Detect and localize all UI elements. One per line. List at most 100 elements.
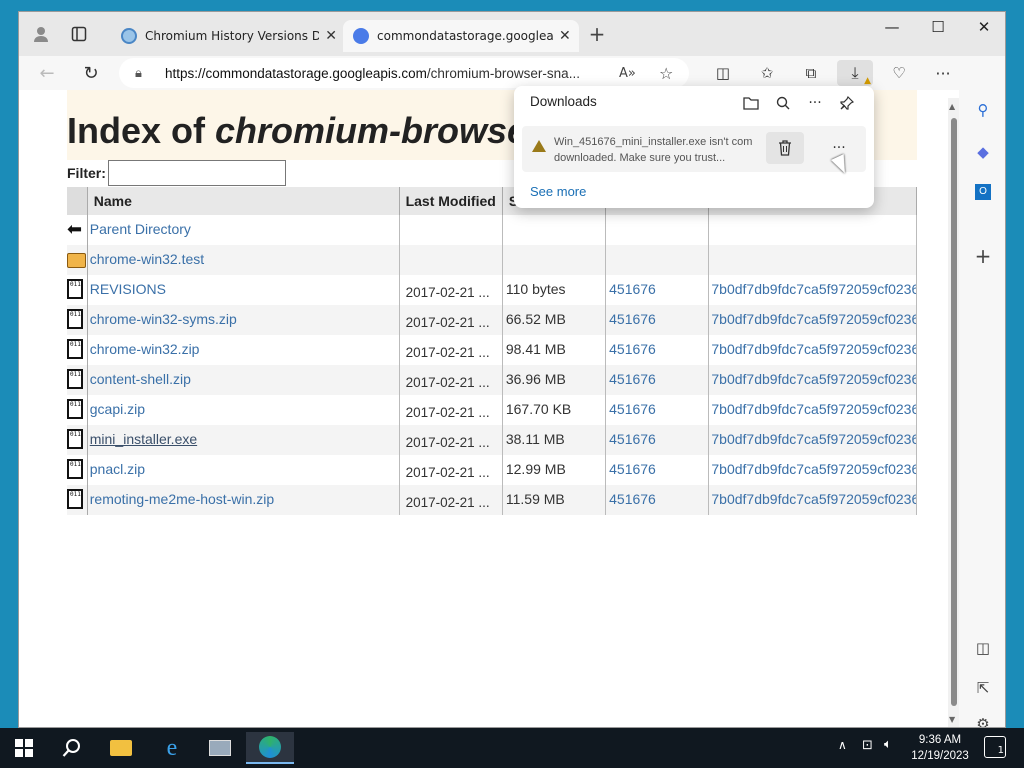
file-name-link[interactable]: pnacl.zip [90,461,145,477]
warning-badge-icon: ▲ [864,76,871,86]
maximize-icon[interactable]: ☐ [915,12,961,42]
favorite-star-icon[interactable]: ☆ [659,64,673,83]
download-item[interactable]: Win_451676_mini_installer.exe isn't com … [522,126,866,172]
copilot-shopping-icon[interactable]: ◆ [971,140,995,164]
hash-link[interactable]: 7b0df7db9fdc7ca5f972059cf0236 [711,341,915,357]
browser-essentials-icon[interactable]: ♡ [885,60,913,86]
outlook-icon[interactable]: O [971,180,995,204]
hash-link[interactable]: 7b0df7db9fdc7ca5f972059cf0236 [711,401,915,417]
scroll-thumb[interactable] [951,118,957,706]
table-row: 0110 REVISIONS 2017-02-21 ... 110 bytes 4516… [67,275,917,305]
size-cell: 98.41 MB [505,341,566,357]
profile-icon[interactable] [29,22,53,46]
scroll-up-icon[interactable]: ▲ [949,102,955,111]
size-cell: 110 bytes [505,281,566,297]
hash-link[interactable]: 7b0df7db9fdc7ca5f972059cf0236 [711,311,915,327]
revision-link[interactable]: 451676 [609,461,656,477]
size-cell: 12.99 MB [505,461,566,477]
revision-link[interactable]: 451676 [609,371,656,387]
hash-link[interactable]: 7b0df7db9fdc7ca5f972059cf0236 [711,461,915,477]
downloads-icon[interactable]: ⤓ ▲ [837,60,873,86]
folder-icon [67,253,86,268]
sidebar-settings-icon[interactable]: ⚙ [971,712,995,727]
title-bar: Chromium History Versions Dow ✕ commonda… [19,12,1005,56]
taskbar: e ∧ ⊡ 🔈︎ 9:36 AM 12/19/2023 1 [0,728,1024,768]
revision-link[interactable]: 451676 [609,401,656,417]
split-screen-icon[interactable]: ◫ [709,60,737,86]
file-icon: 0110 [67,309,83,329]
column-name[interactable]: Name [87,187,400,215]
size-cell: 38.11 MB [505,431,565,447]
new-tab-icon[interactable]: + [585,22,609,46]
see-more-link[interactable]: See more [530,184,586,199]
open-external-icon[interactable]: ⇱ [971,676,995,700]
file-name-link[interactable]: chrome-win32.test [90,251,204,267]
close-tab-icon[interactable]: ✕ [559,28,571,44]
edge-sidebar: ⚲ ◆ O + ◫ ⇱ ⚙ [959,90,1005,727]
address-bar[interactable]: 🔒︎ https://commondatastorage.googleapis.… [119,58,689,88]
file-name-link[interactable]: gcapi.zip [90,401,145,417]
file-name-link[interactable]: chrome-win32.zip [90,341,200,357]
chromium-favicon-icon [121,28,137,44]
search-sidebar-icon[interactable]: ⚲ [971,98,995,122]
file-name-link[interactable]: REVISIONS [90,281,166,297]
tab-actions-icon[interactable] [67,22,91,46]
size-cell: 167.70 KB [505,401,572,417]
filter-input[interactable] [107,160,286,186]
edge-taskbar-icon[interactable] [246,732,294,764]
hash-link[interactable]: 7b0df7db9fdc7ca5f972059cf0236 [711,491,915,507]
revision-link[interactable]: 451676 [609,311,656,327]
add-sidebar-icon[interactable]: + [971,244,995,268]
file-icon: 0110 [67,369,83,389]
settings-more-icon[interactable]: ··· [929,60,957,86]
file-name-link[interactable]: remoting-me2me-host-win.zip [90,491,274,507]
last-modified-cell: 2017-02-21 ... [405,405,490,420]
network-icon[interactable]: ⊡ [862,738,873,753]
file-name-link[interactable]: mini_installer.exe [90,431,197,447]
table-row: 0110 gcapi.zip 2017-02-21 ... 167.70 KB 4516… [67,395,917,425]
hash-link[interactable]: 7b0df7db9fdc7ca5f972059cf0236 [711,431,915,447]
volume-muted-icon[interactable]: 🔈︎ [884,737,892,752]
back-icon: ⬅ [67,219,83,239]
revision-link[interactable]: 451676 [609,281,656,297]
minimize-icon[interactable]: — [869,12,915,42]
tab-chromium-history[interactable]: Chromium History Versions Dow ✕ [111,20,337,52]
close-tab-icon[interactable]: ✕ [325,28,337,44]
tab-commondatastorage[interactable]: commondatastorage.googleapis. ✕ [343,20,579,52]
file-name-link[interactable]: content-shell.zip [90,371,191,387]
close-window-icon[interactable]: ✕ [961,12,1005,42]
file-name-link[interactable]: Parent Directory [90,221,191,237]
file-explorer-icon[interactable] [101,732,141,764]
read-aloud-icon[interactable]: A» [619,66,636,81]
table-row: 0110 content-shell.zip 2017-02-21 ... 36.96… [67,365,917,395]
clock[interactable]: 9:36 AM 12/19/2023 [906,732,974,764]
search-downloads-icon[interactable] [771,92,795,114]
control-panel-icon[interactable] [200,732,240,764]
downloads-panel: Downloads ··· Win_451676_mini_installer.… [514,86,874,208]
hash-link[interactable]: 7b0df7db9fdc7ca5f972059cf0236 [711,281,915,297]
collections-icon[interactable]: ⧉ [797,60,825,86]
file-listing-table: Name Last Modified Size ⬅Parent Director… [67,187,917,515]
open-folder-icon[interactable] [739,92,763,114]
revision-link[interactable]: 451676 [609,341,656,357]
scroll-down-icon[interactable]: ▼ [949,715,955,724]
search-taskbar-icon[interactable] [52,732,92,764]
revision-link[interactable]: 451676 [609,431,656,447]
start-windows-icon[interactable] [4,732,44,764]
internet-explorer-icon[interactable]: e [152,732,192,764]
hide-sidebar-icon[interactable]: ◫ [971,636,995,660]
more-options-icon[interactable]: ··· [803,92,827,114]
pin-icon[interactable] [835,92,859,114]
back-icon[interactable]: ← [33,60,61,86]
file-name-link[interactable]: chrome-win32-syms.zip [90,311,237,327]
favorites-icon[interactable]: ✩ [753,60,781,86]
notifications-icon[interactable]: 1 [984,736,1006,758]
table-row: 0110 mini_installer.exe 2017-02-21 ... 38.1… [67,425,917,455]
page-title: Index of chromium-browser-S/ [67,110,861,151]
revision-link[interactable]: 451676 [609,491,656,507]
hash-link[interactable]: 7b0df7db9fdc7ca5f972059cf0236 [711,371,915,387]
column-last-modified[interactable]: Last Modified [399,187,503,215]
refresh-icon[interactable]: ↻ [77,60,105,86]
show-hidden-icons-icon[interactable]: ∧ [838,738,847,752]
delete-download-icon[interactable] [766,132,804,164]
